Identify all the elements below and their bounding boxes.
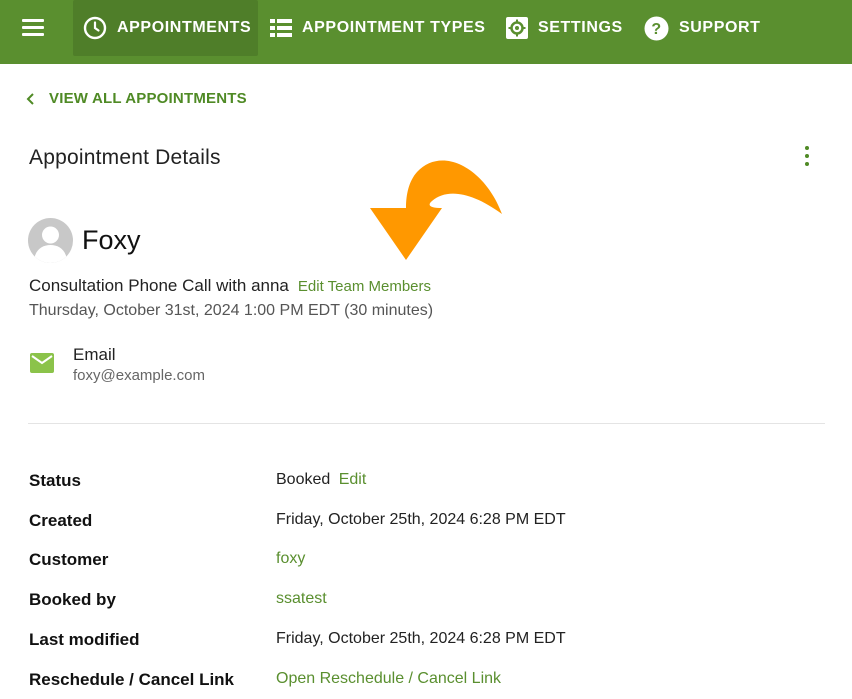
nav-tab-appointments[interactable]: APPOINTMENTS [73,0,258,56]
list-icon [270,19,292,37]
appointment-title: Consultation Phone Call with anna [29,276,289,295]
reschedule-cancel-label: Reschedule / Cancel Link [29,670,235,689]
svg-text:?: ? [651,21,661,38]
hamburger-menu-icon[interactable] [20,16,46,38]
nav-tab-label: APPOINTMENT TYPES [302,19,486,36]
booked-by-link[interactable]: ssatest [276,590,327,608]
page-title: Appointment Details [29,146,221,169]
clock-icon [83,16,107,40]
nav-tab-appointment-types[interactable]: APPOINTMENT TYPES [270,0,486,56]
last-modified-value: Friday, October 25th, 2024 6:28 PM EDT [276,630,566,647]
top-nav-bar: APPOINTMENTS APPOINTMENT TYPES SETTINGS … [0,0,852,64]
customer-name: Foxy [82,225,141,255]
status-value-row: Booked Edit [276,471,366,489]
customer-link[interactable]: foxy [276,550,305,568]
curved-arrow-icon [370,160,502,260]
more-vertical-icon[interactable] [797,143,817,169]
created-label: Created [29,511,93,530]
email-label: Email [73,345,116,364]
customer-label: Customer [29,550,109,569]
appointment-datetime: Thursday, October 31st, 2024 1:00 PM EDT… [29,302,434,319]
person-avatar-icon [28,218,73,263]
nav-tab-support[interactable]: ? SUPPORT [644,0,761,56]
envelope-icon [30,353,54,373]
nav-tab-settings[interactable]: SETTINGS [506,0,623,56]
email-value: foxy@example.com [73,367,205,384]
status-value: Booked [276,471,331,488]
appointment-title-row: Consultation Phone Call with anna Edit T… [29,276,431,296]
status-edit-link[interactable]: Edit [339,471,367,488]
status-label: Status [29,471,81,490]
gear-icon [506,17,528,39]
view-all-appointments-link[interactable]: VIEW ALL APPOINTMENTS [26,90,247,107]
created-value: Friday, October 25th, 2024 6:28 PM EDT [276,511,566,528]
edit-team-members-link[interactable]: Edit Team Members [298,278,431,295]
nav-tab-label: SETTINGS [538,19,623,36]
chevron-left-icon [26,92,34,105]
back-link-label: VIEW ALL APPOINTMENTS [49,90,247,107]
reschedule-cancel-link[interactable]: Open Reschedule / Cancel Link [276,670,501,688]
last-modified-label: Last modified [29,630,140,649]
question-circle-icon: ? [644,16,669,40]
nav-tab-label: APPOINTMENTS [117,19,252,36]
nav-tab-label: SUPPORT [679,19,761,36]
booked-by-label: Booked by [29,590,116,609]
divider [28,423,825,424]
